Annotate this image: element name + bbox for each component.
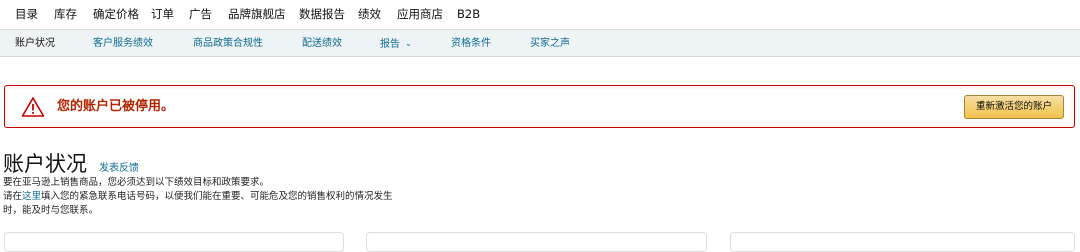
description-prefix: 请在 bbox=[3, 191, 23, 202]
description-suffix: 填入您的紧急联系电话号码，以便我们能在重要、可能危及您的销售权利的情况发生 bbox=[41, 191, 393, 202]
top-nav-item-advertising[interactable]: 广告 bbox=[189, 7, 212, 21]
top-nav-item-reports[interactable]: 数据报告 bbox=[299, 7, 345, 21]
emergency-contact-link[interactable]: 这里 bbox=[22, 191, 41, 202]
top-nav-item-app-store[interactable]: 应用商店 bbox=[397, 7, 443, 21]
description-line-1: 要在亚马逊上销售商品，您必须达到以下绩效目标和政策要求。 bbox=[3, 177, 270, 188]
top-nav-item-b2b[interactable]: B2B bbox=[457, 7, 480, 21]
tab-shipping-performance[interactable]: 配送绩效 bbox=[302, 37, 342, 50]
tab-reports-dropdown[interactable]: 报告 ⌄ bbox=[380, 37, 412, 51]
top-nav-item-inventory[interactable]: 库存 bbox=[54, 7, 77, 21]
tab-voice-of-customer[interactable]: 买家之声 bbox=[530, 37, 570, 50]
description-line-3: 时，能及时与您联系。 bbox=[3, 205, 99, 216]
tab-eligibility[interactable]: 资格条件 bbox=[451, 37, 491, 50]
top-nav-item-performance[interactable]: 绩效 bbox=[358, 7, 381, 21]
health-card bbox=[4, 232, 344, 252]
reactivate-account-button[interactable]: 重新激活您的账户 bbox=[964, 95, 1064, 119]
tab-reports-label: 报告 bbox=[380, 39, 400, 50]
top-navigation-bar: 目录 库存 确定价格 订单 广告 品牌旗舰店 数据报告 绩效 应用商店 B2B bbox=[0, 0, 1080, 30]
chevron-down-icon: ⌄ bbox=[405, 39, 412, 48]
tab-customer-service-performance[interactable]: 客户服务绩效 bbox=[93, 37, 153, 50]
alert-message: 您的账户已被停用。 bbox=[57, 99, 175, 114]
performance-sub-navigation: 账户状况 客户服务绩效 商品政策合规性 配送绩效 报告 ⌄ 资格条件 买家之声 bbox=[0, 30, 1080, 57]
feedback-link[interactable]: 发表反馈 bbox=[99, 159, 139, 174]
page-title: 账户状况 bbox=[3, 152, 87, 176]
top-nav-item-brand-store[interactable]: 品牌旗舰店 bbox=[228, 7, 286, 21]
top-nav-item-orders[interactable]: 订单 bbox=[151, 7, 174, 21]
warning-triangle-icon bbox=[21, 97, 45, 117]
tab-account-health[interactable]: 账户状况 bbox=[15, 37, 55, 50]
top-nav-item-catalog[interactable]: 目录 bbox=[15, 7, 38, 21]
description-line-2: 请在这里填入您的紧急联系电话号码，以便我们能在重要、可能危及您的销售权利的情况发… bbox=[3, 190, 393, 203]
account-deactivated-alert: 您的账户已被停用。 重新激活您的账户 bbox=[4, 85, 1075, 128]
top-nav-item-pricing[interactable]: 确定价格 bbox=[93, 7, 139, 21]
tab-product-policy-compliance[interactable]: 商品政策合规性 bbox=[193, 37, 263, 50]
health-card bbox=[366, 232, 707, 252]
health-card bbox=[730, 232, 1075, 252]
